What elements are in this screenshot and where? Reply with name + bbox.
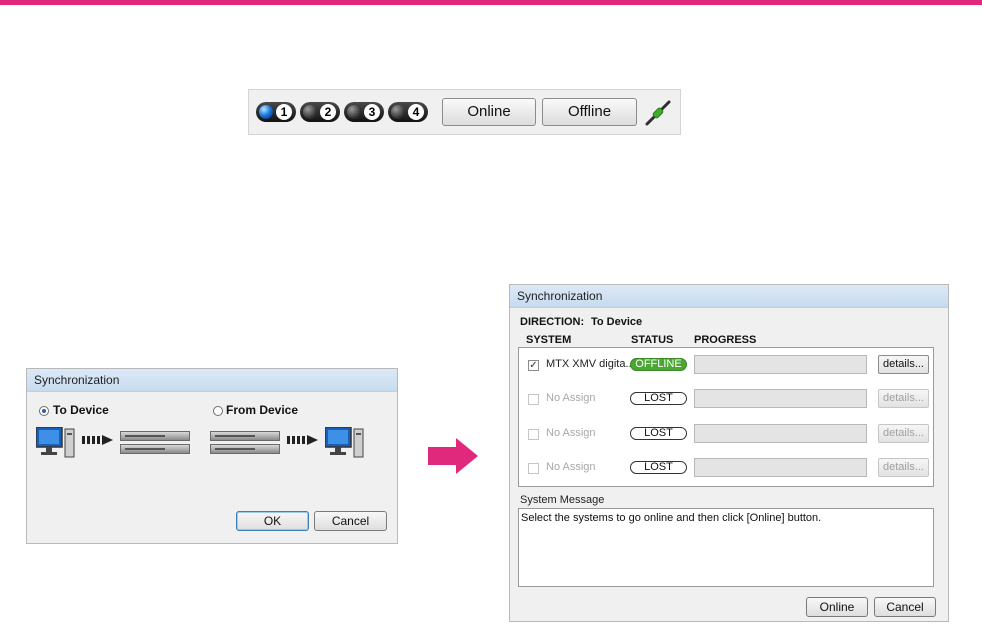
dialog-title: Synchronization bbox=[27, 369, 397, 392]
progress-bar bbox=[694, 355, 867, 374]
transfer-arrow-icon bbox=[82, 435, 113, 445]
system-message-box: Select the systems to go online and then… bbox=[518, 508, 934, 587]
system-number: 3 bbox=[364, 104, 380, 120]
online-toolbar: 1 2 3 4 Online Offline bbox=[248, 89, 681, 135]
progress-bar bbox=[694, 424, 867, 443]
device-unit-icon bbox=[120, 444, 190, 454]
system-name: No Assign bbox=[546, 461, 596, 473]
offline-button[interactable]: Offline bbox=[542, 98, 637, 126]
details-button[interactable]: details... bbox=[878, 458, 929, 477]
device-unit-icon bbox=[120, 431, 190, 441]
led-icon bbox=[391, 105, 405, 119]
details-button[interactable]: details... bbox=[878, 424, 929, 443]
transfer-arrow-icon bbox=[287, 435, 318, 445]
direction-value: To Device bbox=[591, 316, 643, 328]
status-badge: LOST bbox=[630, 392, 687, 405]
led-icon bbox=[347, 105, 361, 119]
status-badge: LOST bbox=[630, 461, 687, 474]
system-1-button[interactable]: 1 bbox=[256, 102, 296, 122]
from-device-label: From Device bbox=[226, 403, 299, 417]
system-number: 2 bbox=[320, 104, 336, 120]
system-number: 4 bbox=[408, 104, 424, 120]
status-badge: OFFLINE bbox=[630, 358, 687, 371]
cancel-button[interactable]: Cancel bbox=[874, 597, 936, 617]
led-icon bbox=[259, 105, 273, 119]
to-device-radio[interactable] bbox=[39, 406, 49, 416]
system-checkbox[interactable] bbox=[528, 394, 539, 405]
sync-direction-dialog: Synchronization To Device From Device OK… bbox=[26, 368, 398, 544]
system-message-label: System Message bbox=[520, 494, 605, 506]
led-icon bbox=[303, 105, 317, 119]
from-device-radio[interactable] bbox=[213, 406, 223, 416]
to-device-label: To Device bbox=[53, 403, 109, 417]
system-name: No Assign bbox=[546, 427, 596, 439]
plug-connector-icon bbox=[645, 100, 671, 126]
system-checkbox[interactable]: ✓ bbox=[528, 360, 539, 371]
col-progress-header: PROGRESS bbox=[694, 334, 757, 346]
device-unit-icon bbox=[210, 444, 280, 454]
system-name: MTX XMV digita... bbox=[546, 358, 635, 370]
system-number: 1 bbox=[276, 104, 292, 120]
device-unit-icon bbox=[210, 431, 280, 441]
system-checkbox[interactable] bbox=[528, 463, 539, 474]
progress-bar bbox=[694, 389, 867, 408]
system-2-button[interactable]: 2 bbox=[300, 102, 340, 122]
direction-label: DIRECTION: bbox=[520, 316, 585, 328]
accent-top-bar bbox=[0, 0, 982, 5]
progress-bar bbox=[694, 458, 867, 477]
computer-icon bbox=[325, 427, 364, 458]
right-arrow-icon bbox=[428, 438, 478, 474]
system-4-button[interactable]: 4 bbox=[388, 102, 428, 122]
details-button[interactable]: details... bbox=[878, 389, 929, 408]
cancel-button[interactable]: Cancel bbox=[314, 511, 387, 531]
dialog-title: Synchronization bbox=[510, 285, 948, 308]
online-button[interactable]: Online bbox=[442, 98, 536, 126]
online-button[interactable]: Online bbox=[806, 597, 868, 617]
status-badge: LOST bbox=[630, 427, 687, 440]
system-3-button[interactable]: 3 bbox=[344, 102, 384, 122]
systems-table: ✓ MTX XMV digita... OFFLINE details... N… bbox=[518, 347, 934, 487]
synchronization-dialog: Synchronization DIRECTION: To Device SYS… bbox=[509, 284, 949, 622]
details-button[interactable]: details... bbox=[878, 355, 929, 374]
system-checkbox[interactable] bbox=[528, 429, 539, 440]
col-status-header: STATUS bbox=[631, 334, 674, 346]
ok-button[interactable]: OK bbox=[236, 511, 309, 531]
system-message-text: Select the systems to go online and then… bbox=[521, 512, 822, 524]
col-system-header: SYSTEM bbox=[526, 334, 572, 346]
computer-icon bbox=[36, 427, 75, 458]
system-name: No Assign bbox=[546, 392, 596, 404]
